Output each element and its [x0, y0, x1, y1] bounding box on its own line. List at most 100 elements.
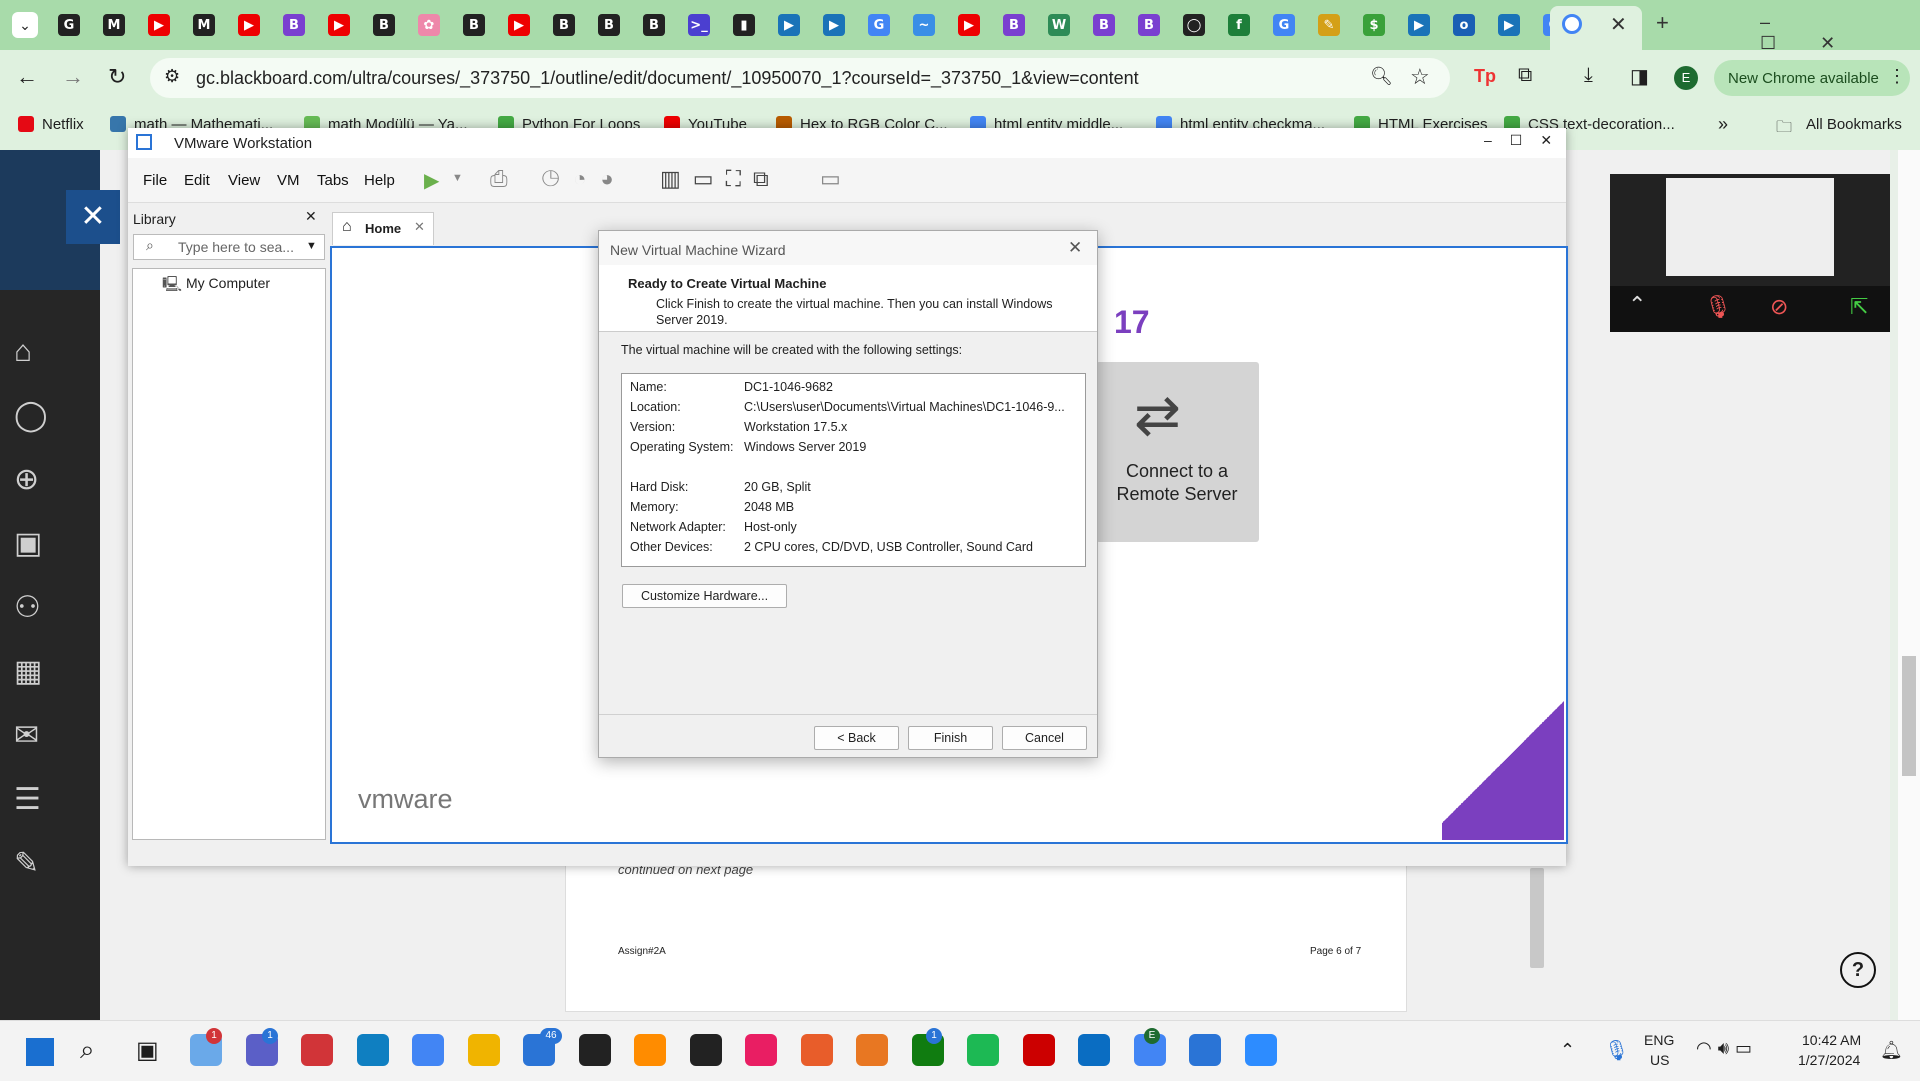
page-scrollbar[interactable]	[1898, 150, 1920, 1020]
clock-time[interactable]: 10:42 AM	[1802, 1032, 1861, 1048]
tab-favicon-icon[interactable]: G	[1273, 14, 1295, 36]
play-icon[interactable]: ▶	[424, 168, 439, 193]
tab-favicon-icon[interactable]: f	[1228, 14, 1250, 36]
finish-button[interactable]: Finish	[908, 726, 993, 750]
tab-favicon-icon[interactable]: ▶	[328, 14, 350, 36]
tab-favicon-icon[interactable]: ✿	[418, 14, 440, 36]
mute-mic-icon[interactable]: 🎙︎	[1704, 294, 1732, 320]
help-icon[interactable]: ?	[1840, 952, 1876, 988]
tab-favicon-icon[interactable]: B	[373, 14, 395, 36]
mic-icon[interactable]: 🎙︎	[1604, 1038, 1629, 1063]
bell-icon[interactable]: 🔔︎	[1880, 1040, 1903, 1061]
vscode-icon[interactable]	[1078, 1034, 1110, 1066]
chevron-up-icon[interactable]: ⌃	[1628, 292, 1646, 318]
tab-favicon-icon[interactable]: ▶	[148, 14, 170, 36]
chrome-icon[interactable]	[412, 1034, 444, 1066]
tab-favicon-icon[interactable]: ▶	[778, 14, 800, 36]
zoom-icon[interactable]: 🔍︎	[1370, 66, 1393, 87]
tab-search-button[interactable]: ⌄	[12, 12, 38, 38]
tab-favicon-icon[interactable]: G	[58, 14, 80, 36]
play-dropdown-icon[interactable]: ▼	[452, 172, 463, 184]
vmware-icon[interactable]	[1189, 1034, 1221, 1066]
bookmark-item[interactable]: Netflix	[18, 116, 84, 133]
postman-icon[interactable]	[800, 1034, 833, 1066]
back-icon[interactable]: ←	[16, 64, 38, 90]
all-bookmarks[interactable]: All Bookmarks	[1806, 116, 1902, 133]
vmware-window-controls[interactable]: –☐✕	[1484, 132, 1570, 149]
library-close-icon[interactable]: ✕	[305, 208, 317, 225]
cancel-button[interactable]: Cancel	[1002, 726, 1087, 750]
lang-indicator[interactable]: ENG	[1644, 1032, 1674, 1048]
tab-close-icon[interactable]: ✕	[414, 219, 425, 235]
search-icon[interactable]: ⌕	[80, 1034, 95, 1066]
tab-favicon-icon[interactable]: B	[553, 14, 575, 36]
tab-favicon-icon[interactable]: $	[1363, 14, 1385, 36]
tab-favicon-icon[interactable]: G	[868, 14, 890, 36]
tab-favicon-icon[interactable]: M	[193, 14, 215, 36]
extensions-icon[interactable]: ⧉	[1518, 64, 1532, 87]
wifi-volume-battery-icons[interactable]: ◠🔊︎▭	[1696, 1038, 1758, 1059]
menu-vm[interactable]: VM	[277, 172, 300, 189]
filezilla-icon[interactable]	[301, 1034, 333, 1066]
tab-favicon-icon[interactable]: ▶	[1498, 14, 1520, 36]
tab-favicon-icon[interactable]: M	[103, 14, 125, 36]
edge-icon[interactable]	[356, 1034, 389, 1066]
back-button[interactable]: < Back	[814, 726, 899, 750]
menu-edit[interactable]: Edit	[184, 172, 210, 189]
new-tab-icon[interactable]: +	[1656, 10, 1669, 36]
clock-date[interactable]: 1/27/2024	[1798, 1052, 1860, 1068]
tab-favicon-icon[interactable]: ◯	[1183, 14, 1205, 36]
close-tab-icon[interactable]: ✕	[1610, 12, 1627, 37]
tab-favicon-icon[interactable]: ▶	[508, 14, 530, 36]
zoom-video-preview[interactable]: ⌃ 🎙︎ ⊘ ⇱	[1610, 174, 1890, 332]
tab-favicon-icon[interactable]: ▶	[238, 14, 260, 36]
doc-scrollbar[interactable]	[1530, 868, 1544, 968]
wizard-close-icon[interactable]: ✕	[1068, 238, 1082, 258]
popout-icon[interactable]: ⇱	[1850, 294, 1868, 320]
tab-favicon-icon[interactable]: B	[1003, 14, 1025, 36]
bookmarks-overflow-icon[interactable]: »	[1718, 114, 1728, 135]
tab-favicon-icon[interactable]: ▶	[958, 14, 980, 36]
menu-view[interactable]: View	[228, 172, 260, 189]
tray-chevron-icon[interactable]: ⌃	[1560, 1040, 1575, 1061]
file-explorer-icon[interactable]	[467, 1034, 500, 1066]
customize-hardware-button[interactable]: Customize Hardware...	[622, 584, 787, 608]
tab-favicon-icon[interactable]: ~	[913, 14, 935, 36]
menu-help[interactable]: Help	[364, 172, 395, 189]
side-panel-icon[interactable]: ◨	[1630, 64, 1649, 89]
chevron-down-icon[interactable]: ▼	[306, 240, 317, 252]
tab-favicon-icon[interactable]: B	[643, 14, 665, 36]
tab-favicon-icon[interactable]: ▶	[1408, 14, 1430, 36]
tab-favicon-icon[interactable]: B	[598, 14, 620, 36]
download-icon[interactable]: ⤓	[1584, 64, 1593, 87]
profile-avatar[interactable]: E	[1674, 66, 1698, 90]
tab-favicon-icon[interactable]: B	[283, 14, 305, 36]
dropbox-icon[interactable]	[578, 1034, 611, 1066]
office-icon[interactable]	[856, 1034, 888, 1066]
spotify-icon[interactable]	[967, 1034, 999, 1066]
slack-icon[interactable]	[745, 1034, 777, 1066]
tab-favicon-icon[interactable]: ✎	[1318, 14, 1340, 36]
menu-file[interactable]: File	[143, 172, 167, 189]
reload-icon[interactable]: ↻	[108, 64, 126, 90]
stop-video-icon[interactable]: ⊘	[1770, 294, 1788, 320]
tab-favicon-icon[interactable]: >_	[688, 14, 710, 36]
notion-icon[interactable]	[689, 1034, 722, 1066]
forward-icon[interactable]: →	[62, 64, 84, 90]
tab-favicon-icon[interactable]: B	[1138, 14, 1160, 36]
region-indicator[interactable]: US	[1650, 1052, 1669, 1068]
window-controls[interactable]: –☐✕	[1760, 12, 1920, 54]
library-search-input[interactable]: Type here to sea...	[178, 239, 294, 255]
page-scrollbar-thumb[interactable]	[1902, 656, 1916, 776]
tab-favicon-icon[interactable]: B	[1093, 14, 1115, 36]
vm-toolbar-icons[interactable]: ⎙ ◷◔◕	[490, 166, 628, 192]
task-view-icon[interactable]: ▣	[136, 1036, 159, 1065]
menu-tabs[interactable]: Tabs	[317, 172, 349, 189]
close-panel-button[interactable]: ✕	[66, 190, 120, 244]
brave-icon[interactable]	[1022, 1034, 1055, 1066]
tab-favicon-icon[interactable]: o	[1453, 14, 1475, 36]
more-menu-icon[interactable]: ⋮	[1888, 66, 1906, 87]
zoom-icon[interactable]	[1244, 1034, 1277, 1066]
bookmark-star-icon[interactable]: ☆	[1410, 64, 1430, 90]
console-icon[interactable]: ▭	[820, 166, 841, 192]
